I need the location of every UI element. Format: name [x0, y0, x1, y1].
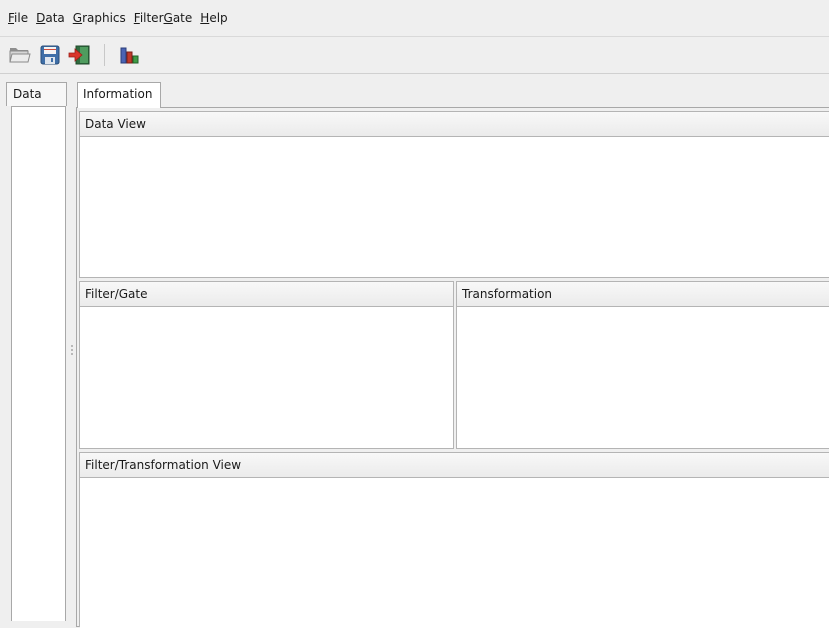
menu-help-rest: elp — [209, 11, 228, 25]
menu-filtergate[interactable]: FilterGate — [130, 11, 197, 25]
filter-gate-panel: Filter/Gate — [79, 281, 454, 449]
save-icon — [40, 45, 60, 65]
menu-help-mnemonic: H — [200, 11, 210, 25]
tab-information[interactable]: Information — [77, 82, 161, 108]
transformation-panel: Transformation — [456, 281, 829, 449]
menu-filtergate-mnemonic-2: G — [163, 11, 173, 25]
open-button[interactable] — [8, 43, 32, 67]
graphics-button[interactable] — [117, 43, 141, 67]
transformation-body[interactable] — [457, 307, 829, 448]
data-view-header: Data View — [80, 112, 829, 137]
menu-file[interactable]: File — [4, 11, 32, 25]
toolbar-separator — [104, 44, 105, 66]
menu-filtergate-mid: ilter — [139, 11, 164, 25]
menu-file-rest: ile — [14, 11, 29, 25]
data-tree-pane[interactable] — [11, 106, 66, 621]
save-button[interactable] — [38, 43, 62, 67]
toolbar — [0, 37, 829, 73]
menu-data[interactable]: Data — [32, 11, 69, 25]
menu-graphics-rest: raphics — [82, 11, 126, 25]
menu-help[interactable]: Help — [196, 11, 231, 25]
filter-transformation-view-body[interactable] — [80, 478, 829, 628]
open-folder-icon — [9, 48, 31, 63]
transformation-header: Transformation — [457, 282, 829, 307]
splitter-grip — [70, 353, 73, 355]
toolbar-divider — [0, 73, 829, 74]
splitter-grip — [70, 349, 73, 351]
menu-data-rest: ata — [45, 11, 65, 25]
filter-gate-header: Filter/Gate — [80, 282, 453, 307]
menu-graphics[interactable]: Graphics — [69, 11, 130, 25]
exit-icon — [68, 45, 90, 65]
filter-transformation-view-panel: Filter/Transformation View — [79, 452, 829, 628]
filter-gate-body[interactable] — [80, 307, 453, 448]
menu-data-mnemonic: D — [36, 11, 46, 25]
data-view-panel: Data View — [79, 111, 829, 278]
splitter-grip — [70, 345, 73, 347]
menu-filtergate-rest: ate — [172, 11, 193, 25]
exit-button[interactable] — [68, 43, 92, 67]
filter-transformation-view-header: Filter/Transformation View — [80, 453, 829, 478]
data-view-body[interactable] — [80, 137, 829, 277]
menu-bar: File Data Graphics FilterGate Help — [0, 0, 829, 36]
chart-icon — [120, 47, 139, 64]
menu-graphics-mnemonic: G — [72, 11, 83, 25]
tab-data[interactable]: Data — [6, 82, 67, 106]
splitter-handle[interactable] — [70, 345, 73, 359]
